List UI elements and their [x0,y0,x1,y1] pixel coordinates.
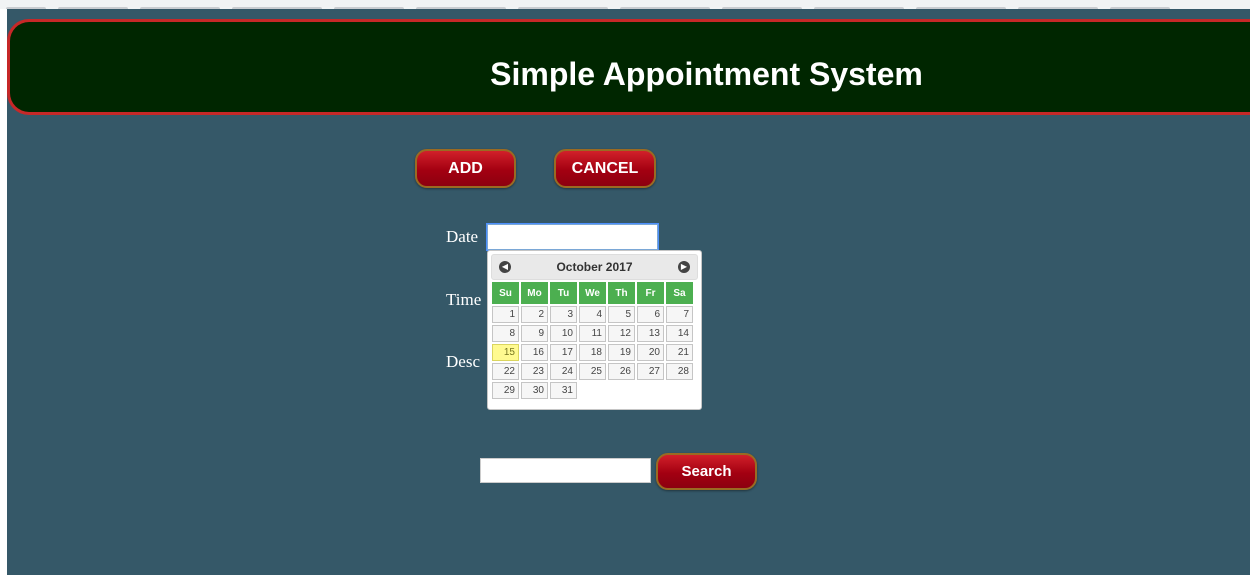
calendar-day[interactable]: 31 [550,382,577,399]
desc-label: Desc [446,352,480,371]
calendar-empty-cell [637,382,664,399]
bookmarks-bar [0,0,1250,9]
calendar-week-row: 15 16 17 18 19 20 21 [492,344,693,361]
calendar-day[interactable]: 10 [550,325,577,342]
calendar-day[interactable]: 21 [666,344,693,361]
calendar-day[interactable]: 25 [579,363,606,380]
calendar-day[interactable]: 2 [521,306,548,323]
calendar-day[interactable]: 23 [521,363,548,380]
weekday-label: Mo [521,282,548,304]
calendar-day[interactable]: 12 [608,325,635,342]
weekday-label: Sa [666,282,693,304]
add-button[interactable]: ADD [415,149,516,188]
app-page: Simple Appointment System ADD CANCEL Dat… [7,9,1250,575]
next-month-icon[interactable]: ▶ [678,261,690,273]
calendar-day[interactable]: 5 [608,306,635,323]
calendar-day[interactable]: 29 [492,382,519,399]
calendar-week-row: 1234567 [492,306,693,323]
datepicker-header: ◀ October 2017 ▶ [491,254,698,280]
calendar-day[interactable]: 1 [492,306,519,323]
date-input[interactable] [486,223,659,251]
calendar-day[interactable]: 17 [550,344,577,361]
time-label: Time [446,290,482,309]
datepicker-popup: ◀ October 2017 ▶ Su Mo Tu We Th Fr Sa 12… [487,250,702,410]
calendar-day[interactable]: 11 [579,325,606,342]
calendar-empty-cell [608,382,635,399]
calendar-day[interactable]: 24 [550,363,577,380]
calendar-day[interactable]: 8 [492,325,519,342]
weekday-label: Th [608,282,635,304]
calendar-day[interactable]: 3 [550,306,577,323]
weekday-label: We [579,282,606,304]
weekday-label: Fr [637,282,664,304]
search-button[interactable]: Search [656,453,757,490]
calendar-empty-cell [666,382,693,399]
calendar-week-row: 29 30 31 [492,382,693,399]
calendar-grid: Su Mo Tu We Th Fr Sa 1 2 3 4 5 6 7 8 9 10 11 12 13 14… [490,280,695,401]
calendar-day[interactable]: 14 [666,325,693,342]
calendar-day[interactable]: 4 [579,306,606,323]
calendar-day[interactable]: 26 [608,363,635,380]
calendar-day[interactable]: 20 [637,344,664,361]
calendar-day[interactable]: 27 [637,363,664,380]
cancel-button[interactable]: CANCEL [554,149,656,188]
calendar-day[interactable]: 16 [521,344,548,361]
calendar-day[interactable]: 30 [521,382,548,399]
calendar-day[interactable]: 13 [637,325,664,342]
app-header: Simple Appointment System [7,19,1250,115]
calendar-day[interactable]: 19 [608,344,635,361]
calendar-day[interactable]: 28 [666,363,693,380]
calendar-week-row: 22 23 24 25 26 27 28 [492,363,693,380]
calendar-day[interactable]: 18 [579,344,606,361]
weekday-label: Tu [550,282,577,304]
date-label: Date [446,227,479,246]
search-input[interactable] [480,458,651,483]
calendar-day[interactable]: 9 [521,325,548,342]
calendar-week-row: 8 9 10 11 12 13 14 [492,325,693,342]
calendar-empty-cell [579,382,606,399]
page-title: Simple Appointment System [490,56,923,92]
calendar-day[interactable]: 7 [666,306,693,323]
calendar-day[interactable]: 6 [637,306,664,323]
weekday-header-row: Su Mo Tu We Th Fr Sa [492,282,693,304]
datepicker-month-title: October 2017 [556,260,633,274]
calendar-day[interactable]: 15 [492,344,519,361]
calendar-day[interactable]: 22 [492,363,519,380]
weekday-label: Su [492,282,519,304]
